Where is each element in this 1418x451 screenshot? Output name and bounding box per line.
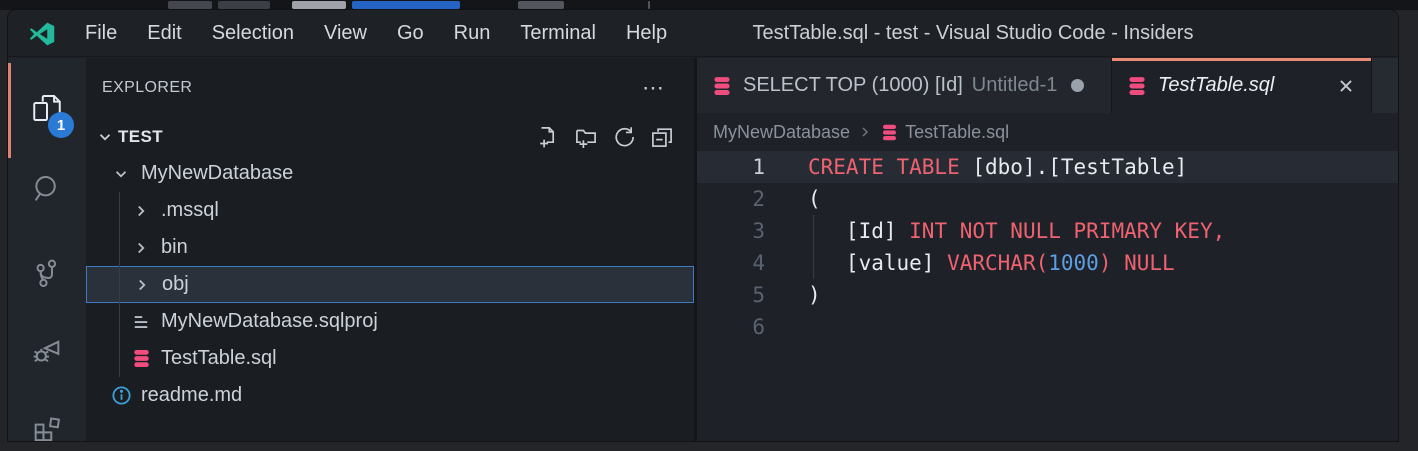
code-line: [value] VARCHAR(1000) NULL <box>765 247 1398 279</box>
tab-detail: Untitled-1 <box>972 74 1058 97</box>
menu-run[interactable]: Run <box>439 10 506 56</box>
line-number-gutter: 1 2 3 4 5 6 <box>697 151 765 343</box>
menu-file[interactable]: File <box>70 10 132 56</box>
info-icon <box>108 385 134 407</box>
code-line: ) <box>765 279 1398 311</box>
line-number: 4 <box>697 247 765 279</box>
code-editor[interactable]: 1 2 3 4 5 6 CREATE TABLE [dbo].[TestTabl… <box>697 151 1398 441</box>
explorer-icon[interactable]: 1 <box>8 80 86 136</box>
tree-item-mssql[interactable]: .mssql <box>86 192 694 229</box>
source-control-icon[interactable] <box>8 245 86 301</box>
tree-item-label: bin <box>161 236 188 259</box>
editor-group: SELECT TOP (1000) [Id] Untitled-1 TestTa… <box>697 58 1398 441</box>
tree-indent-guide <box>119 192 120 377</box>
menu-edit[interactable]: Edit <box>132 10 196 56</box>
file-tree: MyNewDatabase .mssql bin <box>86 155 694 414</box>
refresh-icon[interactable] <box>610 123 638 151</box>
tree-item-mynewdatabase[interactable]: MyNewDatabase <box>86 155 694 192</box>
background-artifact <box>218 1 270 9</box>
section-title: TEST <box>118 127 163 147</box>
background-artifact <box>518 1 564 9</box>
tree-item-label: obj <box>162 273 189 296</box>
collapse-all-icon[interactable] <box>648 123 676 151</box>
section-header-test[interactable]: TEST <box>86 118 694 155</box>
line-number: 6 <box>697 311 765 343</box>
vscode-window: File Edit Selection View Go Run Terminal… <box>8 10 1398 441</box>
tree-item-obj[interactable]: obj <box>86 266 694 303</box>
background-artifact <box>352 1 460 9</box>
tree-item-testtable-sql[interactable]: TestTable.sql <box>86 340 694 377</box>
code-line: ( <box>765 183 1398 215</box>
chevron-right-icon <box>128 200 154 222</box>
tree-item-bin[interactable]: bin <box>86 229 694 266</box>
chevron-right-icon <box>857 124 873 140</box>
search-icon[interactable] <box>8 161 86 217</box>
explorer-badge: 1 <box>48 112 74 138</box>
tab-title: TestTable.sql <box>1158 74 1274 97</box>
tree-item-label: TestTable.sql <box>161 347 277 370</box>
tab-untitled-1[interactable]: SELECT TOP (1000) [Id] Untitled-1 <box>697 58 1112 113</box>
close-icon[interactable] <box>1335 75 1357 97</box>
tab-testtable-sql[interactable]: TestTable.sql <box>1112 58 1372 113</box>
menu-go[interactable]: Go <box>382 10 439 56</box>
line-number: 3 <box>697 215 765 247</box>
line-number: 2 <box>697 183 765 215</box>
chevron-down-icon <box>96 128 114 146</box>
explorer-title: EXPLORER <box>102 79 192 97</box>
tree-item-label: readme.md <box>141 384 242 407</box>
code-content: CREATE TABLE [dbo].[TestTable] ( [Id] IN… <box>765 151 1398 343</box>
line-number: 5 <box>697 279 765 311</box>
chevron-right-icon <box>129 274 155 296</box>
chevron-right-icon <box>128 237 154 259</box>
background-artifact <box>292 1 346 9</box>
code-line: [Id] INT NOT NULL PRIMARY KEY, <box>765 215 1398 247</box>
more-actions-icon[interactable]: ⋯ <box>636 82 672 94</box>
dirty-indicator[interactable] <box>1071 79 1084 92</box>
database-icon <box>128 348 154 370</box>
tree-item-label: .mssql <box>161 199 219 222</box>
section-actions <box>534 123 694 151</box>
tree-item-label: MyNewDatabase.sqlproj <box>161 310 378 333</box>
database-icon <box>880 123 899 142</box>
code-line: CREATE TABLE [dbo].[TestTable] <box>765 151 1398 183</box>
tree-item-label: MyNewDatabase <box>141 162 293 185</box>
window-title: TestTable.sql - test - Visual Studio Cod… <box>568 10 1378 56</box>
menu-view[interactable]: View <box>309 10 382 56</box>
background-window-strip <box>0 0 1418 10</box>
tab-title: SELECT TOP (1000) [Id] <box>743 74 963 97</box>
breadcrumb-folder[interactable]: MyNewDatabase <box>713 122 850 143</box>
menu-selection[interactable]: Selection <box>197 10 309 56</box>
database-icon <box>1126 75 1148 97</box>
tab-bar: SELECT TOP (1000) [Id] Untitled-1 TestTa… <box>697 58 1398 113</box>
tree-item-sqlproj[interactable]: MyNewDatabase.sqlproj <box>86 303 694 340</box>
screenshot-canvas: File Edit Selection View Go Run Terminal… <box>0 0 1418 451</box>
title-bar: File Edit Selection View Go Run Terminal… <box>8 10 1398 57</box>
activity-bar: 1 <box>8 58 86 441</box>
background-artifact <box>168 1 212 9</box>
line-number: 1 <box>697 151 765 183</box>
code-line <box>765 311 1398 343</box>
chevron-down-icon <box>108 163 134 185</box>
vscode-insiders-logo <box>28 20 56 48</box>
background-artifact <box>648 1 650 9</box>
extensions-icon[interactable] <box>8 398 86 441</box>
breadcrumb-file[interactable]: TestTable.sql <box>905 122 1009 143</box>
new-folder-icon[interactable] <box>572 123 600 151</box>
breadcrumb: MyNewDatabase TestTable.sql <box>697 113 1398 151</box>
new-file-icon[interactable] <box>534 123 562 151</box>
run-and-debug-icon[interactable] <box>8 323 86 379</box>
sqlproj-file-icon <box>128 311 154 333</box>
tree-item-readme[interactable]: readme.md <box>86 377 694 414</box>
database-icon <box>711 75 733 97</box>
explorer-header: EXPLORER ⋯ <box>86 58 694 118</box>
explorer-sidebar: EXPLORER ⋯ TEST <box>86 58 694 441</box>
